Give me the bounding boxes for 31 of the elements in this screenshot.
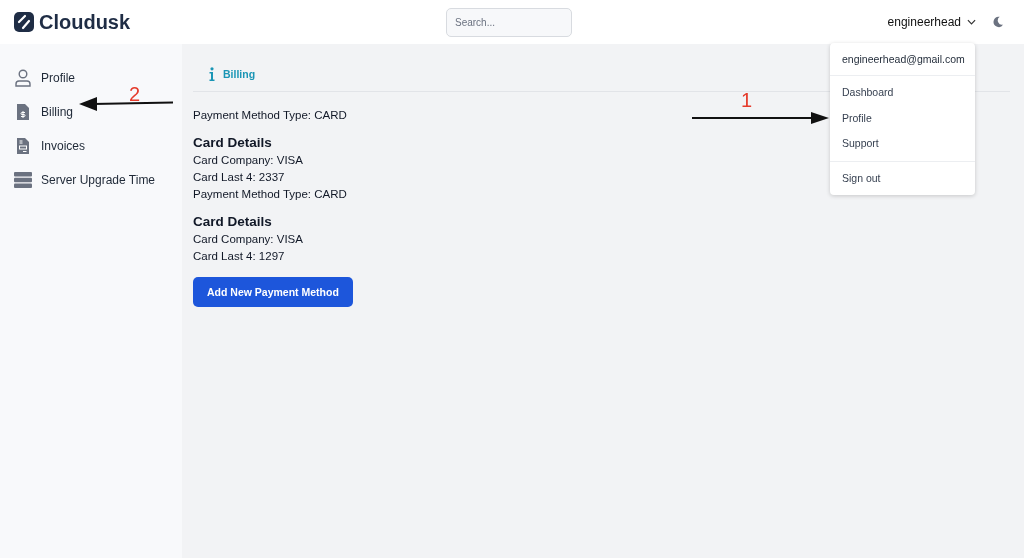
logo-icon: [14, 12, 34, 32]
add-payment-method-button[interactable]: Add New Payment Method: [193, 277, 353, 307]
person-icon: [14, 69, 32, 87]
search-field[interactable]: Search...: [446, 7, 572, 37]
menu-item[interactable]: Profile: [830, 105, 975, 131]
user-email: engineerhead@gmail.com: [830, 43, 975, 76]
annotation-number: 2: [129, 84, 141, 104]
info-icon: [209, 66, 215, 81]
sidebar-item[interactable]: Billing: [0, 95, 87, 129]
chevron-down-icon: [967, 19, 976, 25]
dollar-document-icon: [14, 103, 32, 121]
annotation-number: 1: [741, 90, 753, 110]
document-icon: [14, 137, 32, 155]
sidebar-item[interactable]: Profile: [0, 61, 89, 95]
menu-item[interactable]: Support: [830, 131, 975, 157]
section-heading: Card Details: [193, 213, 272, 230]
detail-text: Card Last 4: 1297: [193, 249, 285, 264]
detail-text: Card Company: VISA: [193, 153, 303, 168]
detail-text: Card Company: VISA: [193, 232, 303, 247]
moon-icon[interactable]: [992, 16, 1004, 28]
detail-text: Payment Method Type: CARD: [193, 108, 347, 123]
detail-text: Payment Method Type: CARD: [193, 187, 347, 202]
brand-name: Cloudusk: [39, 10, 131, 34]
sidebar-item[interactable]: Server Upgrade Time: [0, 163, 170, 197]
user-menu-button[interactable]: engineerhead: [887, 15, 976, 29]
sidebar-item[interactable]: Invoices: [0, 129, 100, 163]
detail-text: Card Last 4: 2337: [193, 170, 285, 185]
section-heading: Card Details: [193, 134, 272, 151]
menu-item[interactable]: Dashboard: [830, 80, 975, 106]
menu-item[interactable]: Sign out: [830, 165, 975, 191]
server-icon: [14, 171, 32, 189]
